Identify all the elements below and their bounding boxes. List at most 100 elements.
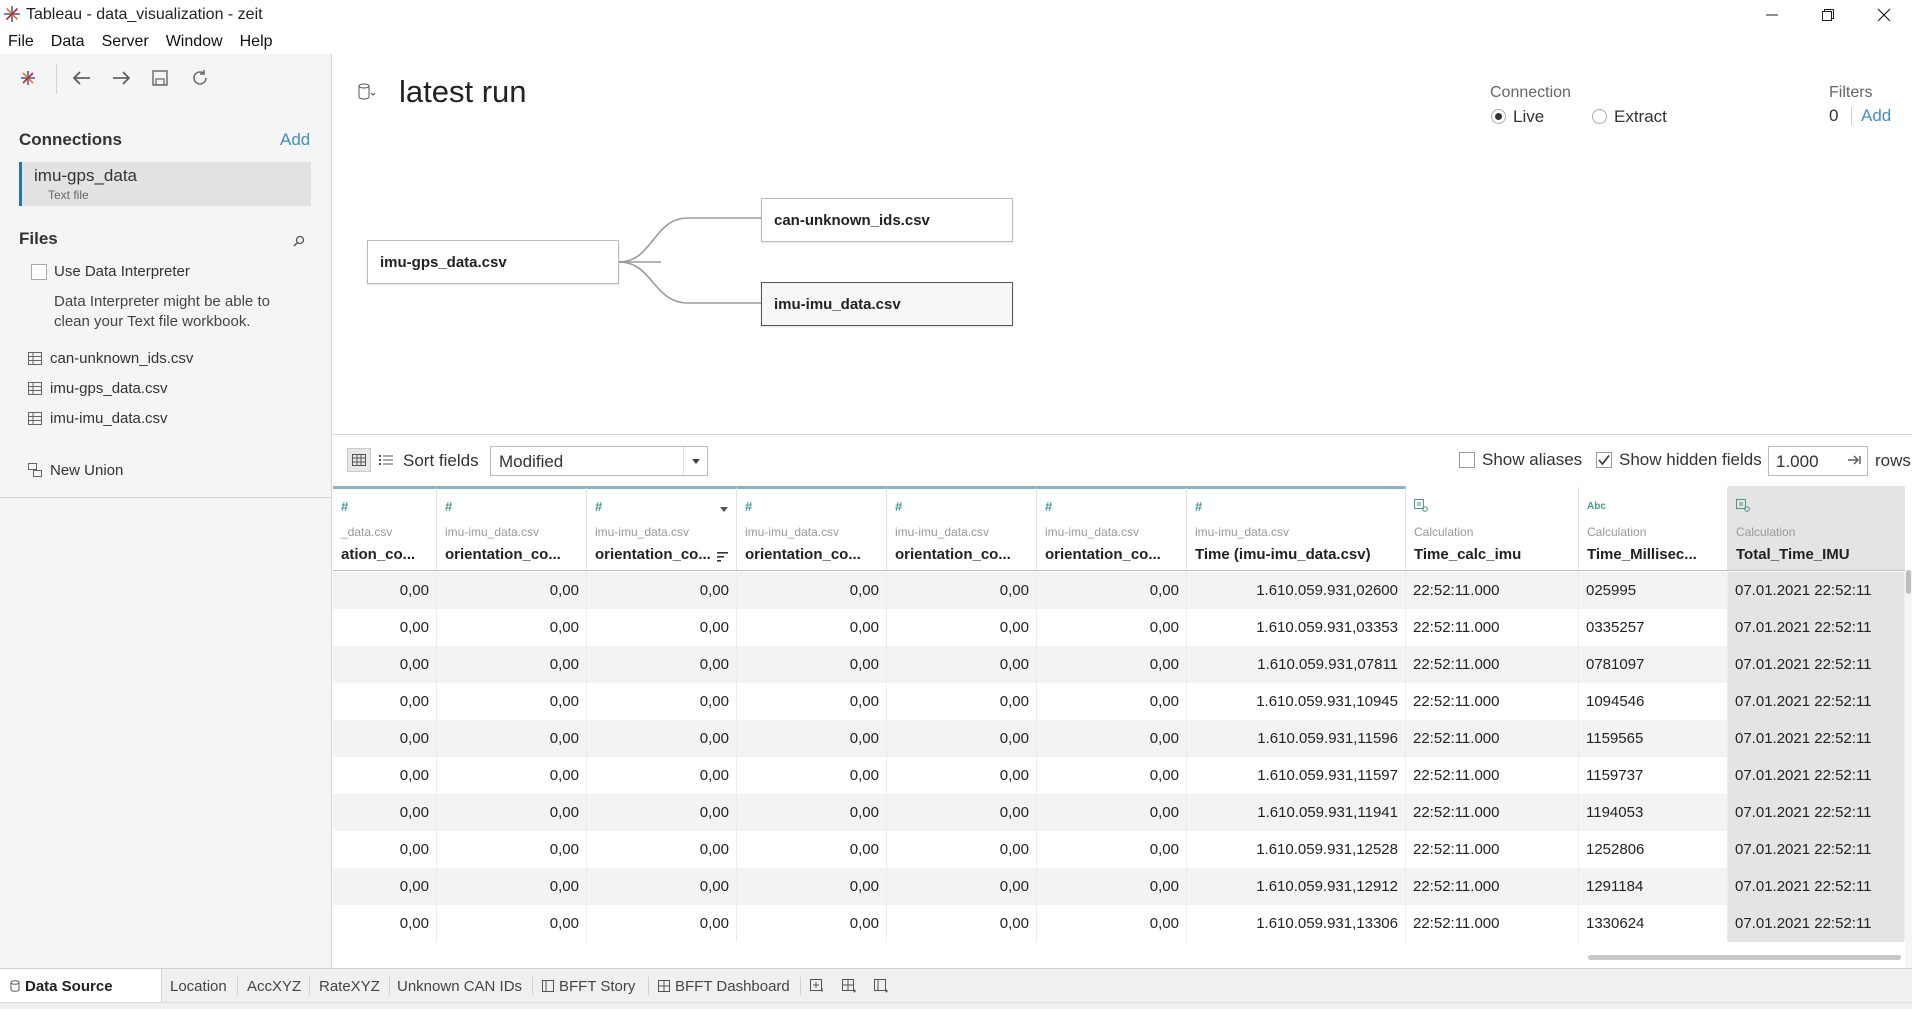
filters-label: Filters	[1829, 84, 1873, 101]
restore-button[interactable]	[1800, 0, 1856, 30]
add-filter-link[interactable]: Add	[1861, 106, 1891, 126]
table-row[interactable]: 0,00 0,00 0,00 0,00 0,00 0,00 1.610.059.931,02…	[333, 572, 1912, 609]
table-cell: 0,00	[437, 868, 587, 905]
table-row[interactable]: 0,00 0,00 0,00 0,00 0,00 0,00 1.610.059.931,07…	[333, 646, 1912, 683]
number-type-icon[interactable]: #	[1045, 499, 1052, 514]
refresh-icon[interactable]	[188, 66, 212, 90]
table-cell: 1159737	[1579, 757, 1728, 794]
add-connection-link[interactable]: Add	[280, 130, 310, 150]
column-field-name: orientation_co...	[1045, 546, 1161, 563]
extract-radio[interactable]	[1592, 109, 1607, 124]
new-story-icon[interactable]	[872, 977, 890, 995]
table-card-primary[interactable]: imu-gps_data.csv	[367, 240, 619, 284]
column-header[interactable]: # imu-imu_data.csv orientation_co...	[437, 486, 587, 570]
file-item[interactable]: imu-gps_data.csv	[28, 378, 168, 398]
restore-icon	[1822, 9, 1834, 21]
column-header[interactable]: # imu-imu_data.csv Time (imu-imu_data.csv)	[1187, 486, 1406, 570]
story-icon	[542, 980, 554, 992]
table-row[interactable]: 0,00 0,00 0,00 0,00 0,00 0,00 1.610.059.931,12…	[333, 868, 1912, 905]
column-header[interactable]: # imu-imu_data.csv orientation_co...	[1037, 486, 1187, 570]
use-data-interpreter-checkbox[interactable]	[31, 264, 47, 280]
show-hidden-fields-checkbox[interactable]	[1596, 452, 1612, 468]
tab-unknown-can-ids[interactable]: Unknown CAN IDs	[389, 969, 530, 1003]
back-arrow-icon[interactable]	[70, 66, 94, 90]
new-union-item[interactable]: New Union	[28, 460, 123, 480]
column-header[interactable]: Abc Calculation Time_Millisec...	[1579, 486, 1728, 570]
tab-data-source[interactable]: Data Source	[0, 969, 162, 1003]
menu-window[interactable]: Window	[166, 33, 223, 51]
menu-file[interactable]: File	[8, 33, 34, 51]
search-files-icon[interactable]	[293, 234, 305, 251]
table-card-join[interactable]: can-unknown_ids.csv	[761, 198, 1013, 242]
number-type-icon[interactable]: #	[895, 499, 902, 514]
tab-location[interactable]: Location	[162, 969, 235, 1003]
column-header[interactable]: # imu-imu_data.csv orientation_co...	[587, 486, 737, 570]
table-row[interactable]: 0,00 0,00 0,00 0,00 0,00 0,00 1.610.059.931,10…	[333, 683, 1912, 720]
scrollbar-thumb[interactable]	[1906, 570, 1911, 594]
rows-count-input[interactable]: 1.000	[1768, 446, 1868, 476]
sort-descending-icon[interactable]	[717, 549, 728, 566]
table-cell: 1.610.059.931,11941	[1187, 794, 1406, 831]
connection-name: imu-gps_data	[34, 166, 138, 185]
datasource-cylinder-icon	[10, 980, 20, 992]
table-row[interactable]: 0,00 0,00 0,00 0,00 0,00 0,00 1.610.059.931,13…	[333, 905, 1912, 942]
table-row[interactable]: 0,00 0,00 0,00 0,00 0,00 0,00 1.610.059.931,11…	[333, 720, 1912, 757]
column-header[interactable]: # imu-imu_data.csv orientation_co...	[737, 486, 887, 570]
table-cell: 0,00	[737, 905, 887, 942]
new-dashboard-icon[interactable]	[840, 977, 858, 995]
column-header[interactable]: Calculation Time_calc_imu	[1406, 486, 1579, 570]
table-row[interactable]: 0,00 0,00 0,00 0,00 0,00 0,00 1.610.059.931,12…	[333, 831, 1912, 868]
column-header[interactable]: # imu-imu_data.csv orientation_co...	[887, 486, 1037, 570]
table-cell: 0,00	[887, 720, 1037, 757]
table-row[interactable]: 0,00 0,00 0,00 0,00 0,00 0,00 1.610.059.931,11…	[333, 794, 1912, 831]
horizontal-scrollbar[interactable]	[1588, 955, 1901, 960]
number-type-icon[interactable]: #	[341, 499, 348, 514]
table-cell: 0,00	[887, 646, 1037, 683]
menu-help[interactable]: Help	[240, 33, 273, 51]
new-worksheet-icon[interactable]	[808, 977, 826, 995]
number-type-icon[interactable]: #	[445, 499, 452, 514]
number-type-icon[interactable]: #	[1195, 499, 1202, 514]
table-cell: 0,00	[587, 609, 737, 646]
tab-ratexyz[interactable]: RateXYZ	[311, 969, 388, 1003]
column-menu-chevron-icon[interactable]	[720, 499, 728, 516]
data-source-side-panel: Connections Add imu-gps_data Text file F…	[0, 54, 332, 968]
table-cell: 1.610.059.931,10945	[1187, 683, 1406, 720]
list-view-button[interactable]	[374, 448, 398, 472]
column-header[interactable]: # _data.csv ation_co...	[333, 486, 437, 570]
sort-fields-dropdown[interactable]: Modified	[490, 446, 708, 476]
file-item[interactable]: imu-imu_data.csv	[28, 408, 168, 428]
grid-view-button[interactable]	[347, 448, 371, 472]
connection-item[interactable]: imu-gps_data Text file	[19, 162, 311, 206]
show-aliases-label: Show aliases	[1482, 450, 1583, 469]
table-cell: 0781097	[1579, 646, 1728, 683]
menu-data[interactable]: Data	[51, 33, 85, 51]
table-cell: 07.01.2021 22:52:11	[1728, 831, 1905, 868]
table-row[interactable]: 0,00 0,00 0,00 0,00 0,00 0,00 1.610.059.931,03…	[333, 609, 1912, 646]
string-type-icon[interactable]: Abc	[1587, 501, 1606, 512]
calculated-field-icon[interactable]	[1736, 499, 1750, 515]
forward-arrow-icon[interactable]	[109, 66, 133, 90]
tab-bfft-dashboard[interactable]: BFFT Dashboard	[650, 969, 798, 1003]
calculated-field-icon[interactable]	[1414, 499, 1428, 515]
table-row[interactable]: 0,00 0,00 0,00 0,00 0,00 0,00 1.610.059.931,11…	[333, 757, 1912, 794]
number-type-icon[interactable]: #	[745, 499, 752, 514]
tableau-home-icon[interactable]	[16, 66, 40, 90]
table-card-join-selected[interactable]: imu-imu_data.csv	[761, 282, 1013, 326]
save-icon[interactable]	[148, 66, 172, 90]
minimize-icon	[1766, 14, 1778, 16]
vertical-scrollbar[interactable]	[1905, 570, 1912, 968]
go-arrow-icon[interactable]	[1847, 453, 1861, 471]
close-window-button[interactable]	[1856, 0, 1912, 30]
number-type-icon[interactable]: #	[595, 499, 602, 514]
tab-accxyz[interactable]: AccXYZ	[239, 969, 309, 1003]
minimize-button[interactable]	[1744, 0, 1800, 30]
file-item[interactable]: can-unknown_ids.csv	[28, 348, 193, 368]
table-cell: 0,00	[437, 905, 587, 942]
menu-server[interactable]: Server	[102, 33, 149, 51]
tab-bfft-story[interactable]: BFFT Story	[534, 969, 643, 1003]
table-cell: 0,00	[737, 646, 887, 683]
column-header[interactable]: Calculation Total_Time_IMU	[1728, 486, 1905, 570]
show-aliases-checkbox[interactable]	[1459, 452, 1475, 468]
live-radio[interactable]	[1491, 109, 1506, 124]
